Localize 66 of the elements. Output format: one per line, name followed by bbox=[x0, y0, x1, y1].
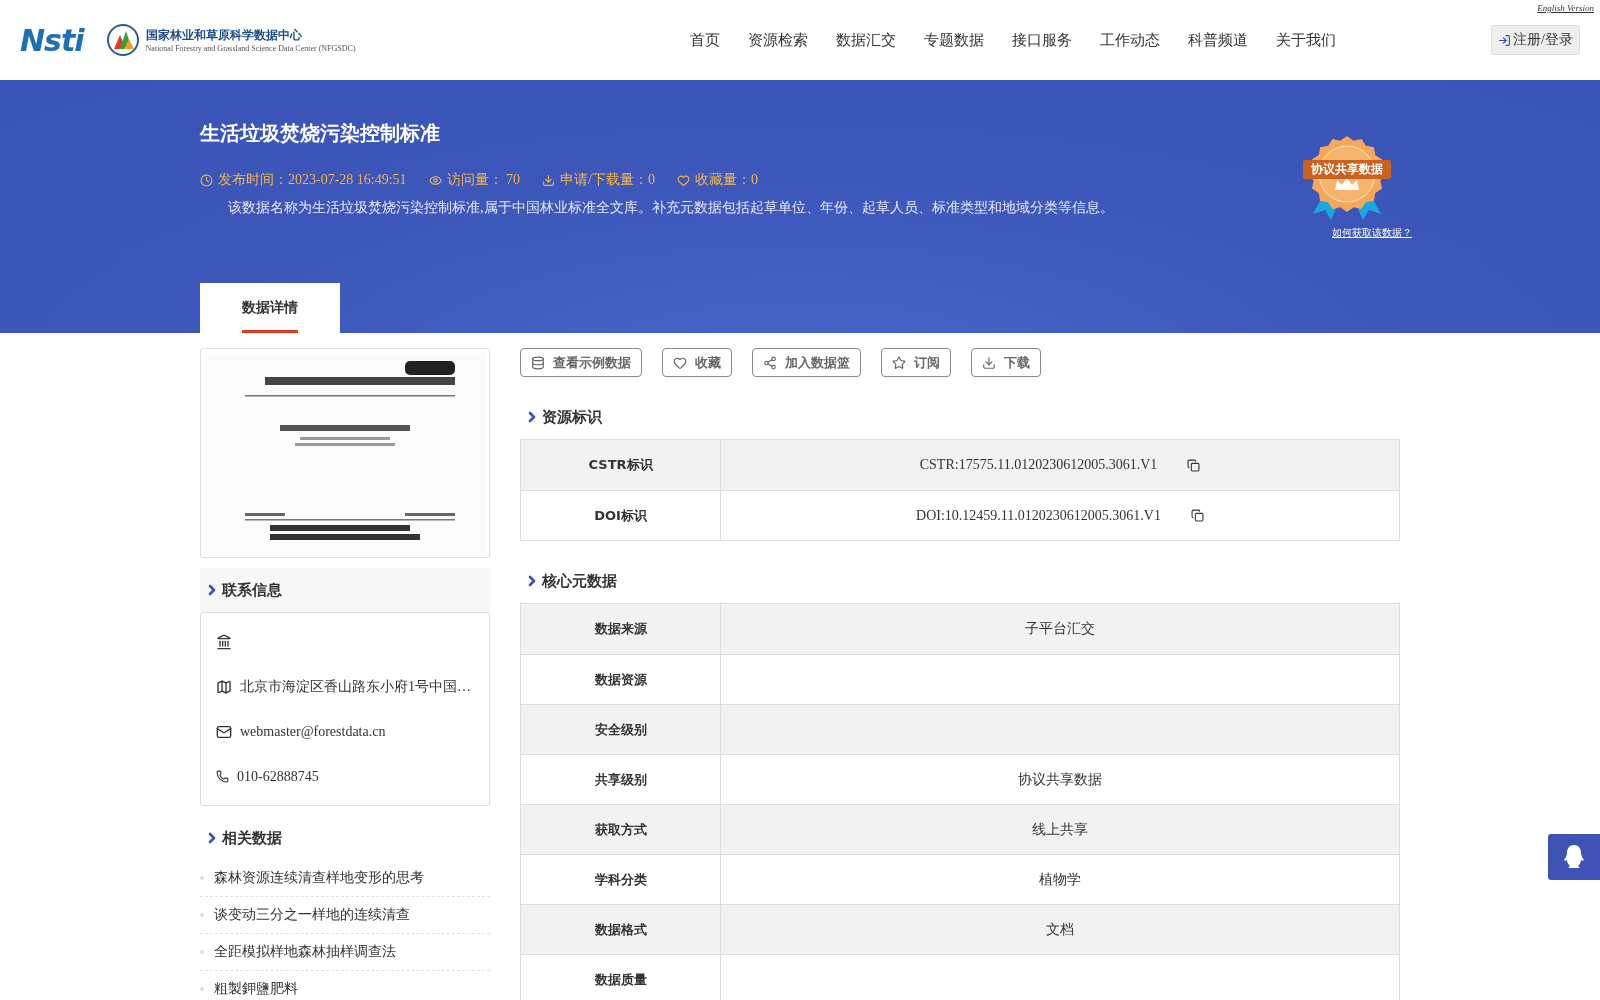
related-link[interactable]: 粗製鉀鹽肥料 bbox=[200, 971, 490, 1000]
logo: Nsti bbox=[20, 22, 84, 58]
field-value: 子平台汇交 bbox=[1025, 620, 1095, 638]
login-icon bbox=[1498, 33, 1512, 47]
heart-icon bbox=[673, 355, 687, 370]
badge-label: 协议共享数据 bbox=[1303, 160, 1391, 179]
eye-icon bbox=[428, 173, 442, 187]
meta-text: 申请/下载量：0 bbox=[560, 171, 655, 189]
nav-link[interactable]: 关于我们 bbox=[1262, 30, 1351, 50]
nav-link[interactable]: 工作动态 bbox=[1086, 30, 1175, 50]
dataset-description: 该数据名称为生活垃圾焚烧污染控制标准,属于中国林业标准全文库。补充元数据包括起草单位、年份、起草人员、标准类型和地域分类等信息。 bbox=[228, 199, 1115, 217]
action-button[interactable]: 下载 bbox=[971, 348, 1041, 377]
meta-text: 发布时间：2023-07-28 16:49:51 bbox=[218, 171, 407, 189]
bank-icon bbox=[216, 633, 232, 650]
how-to-get-link[interactable]: 如何获取该数据？ bbox=[1332, 226, 1412, 240]
field-label: 数据质量 bbox=[521, 955, 721, 1000]
nav-link[interactable]: 首页 bbox=[676, 30, 735, 50]
nav-link[interactable]: 数据汇交 bbox=[822, 30, 911, 50]
tab[interactable]: 数据详情 bbox=[200, 283, 340, 333]
star-icon bbox=[892, 355, 906, 370]
download-icon bbox=[542, 173, 556, 187]
share-icon bbox=[763, 355, 777, 370]
copy-icon[interactable] bbox=[1190, 509, 1204, 522]
action-button[interactable]: 收藏 bbox=[662, 348, 732, 377]
nav-link[interactable]: 接口服务 bbox=[998, 30, 1087, 50]
login-button[interactable]: 注册/登录 bbox=[1491, 25, 1580, 55]
clock-icon bbox=[200, 173, 213, 187]
meta-text: 访问量： 70 bbox=[446, 171, 521, 189]
center-logo-icon bbox=[105, 23, 140, 57]
section-title: 联系信息 bbox=[222, 580, 282, 600]
action-button[interactable]: 订阅 bbox=[881, 348, 951, 377]
action-button[interactable]: 加入数据篮 bbox=[752, 348, 861, 377]
center-name: 国家林业和草原科学数据中心 bbox=[145, 27, 303, 44]
field-value: DOI:10.12459.11.0120230612005.3061.V1 bbox=[916, 507, 1161, 524]
related-link[interactable]: 全距模拟样地森林抽样调查法 bbox=[200, 934, 490, 971]
database-icon bbox=[531, 355, 545, 370]
mail-icon bbox=[216, 723, 232, 740]
english-version-link[interactable]: English Version bbox=[1537, 3, 1594, 13]
penguin-icon bbox=[1562, 844, 1586, 870]
heart-icon bbox=[677, 173, 690, 187]
field-value: 文档 bbox=[1046, 920, 1074, 939]
meta-text: 收藏量：0 bbox=[695, 171, 758, 189]
field-value: 协议共享数据 bbox=[1018, 770, 1102, 789]
field-value: 线上共享 bbox=[1032, 820, 1088, 839]
contact-text: 北京市海淀区香山路东小府1号中国… bbox=[240, 677, 471, 696]
nav-link[interactable]: 专题数据 bbox=[910, 30, 999, 50]
field-label: DOI标识 bbox=[521, 491, 721, 540]
nav-link[interactable]: 科普频道 bbox=[1174, 30, 1263, 50]
related-link[interactable]: 森林资源连续清查样地变形的思考 bbox=[200, 860, 490, 897]
center-english-name: National Forestry and Grassland Science Data Center (NFGSDC) bbox=[145, 44, 356, 53]
map-icon bbox=[216, 678, 232, 695]
field-value: 植物学 bbox=[1039, 870, 1081, 889]
chat-button[interactable] bbox=[1548, 834, 1600, 880]
copy-icon[interactable] bbox=[1187, 458, 1201, 472]
section-title: 资源标识 bbox=[542, 407, 602, 427]
download-icon bbox=[982, 355, 996, 370]
contact-text: webmaster@forestdata.cn bbox=[240, 723, 386, 740]
field-value: CSTR:17575.11.0120230612005.3061.V1 bbox=[919, 457, 1158, 473]
related-link[interactable]: 谈变动三分之一样地的连续清查 bbox=[200, 897, 490, 934]
phone-icon bbox=[216, 770, 229, 783]
section-title: 核心元数据 bbox=[542, 571, 617, 591]
section-title: 相关数据 bbox=[222, 828, 282, 848]
nav-link[interactable]: 资源检索 bbox=[734, 30, 823, 50]
action-button[interactable]: 查看示例数据 bbox=[520, 348, 642, 377]
dataset-title: 生活垃圾焚烧污染控制标准 bbox=[200, 120, 441, 147]
contact-text: 010-62888745 bbox=[237, 768, 319, 785]
